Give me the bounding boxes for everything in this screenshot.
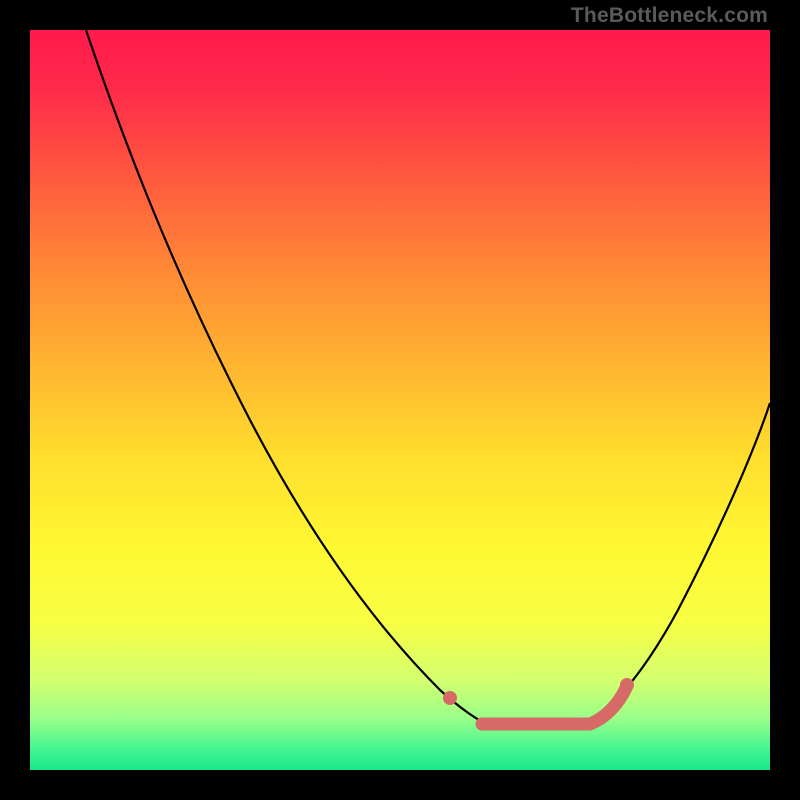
marker-dot-right xyxy=(620,678,634,692)
curve-right-branch xyxy=(585,403,770,723)
chart-frame: TheBottleneck.com xyxy=(0,0,800,800)
plot-area xyxy=(30,30,770,770)
watermark-text: TheBottleneck.com xyxy=(571,4,768,28)
marker-dot-left xyxy=(443,691,457,705)
curve-left-branch xyxy=(86,30,485,723)
optimal-range-marker xyxy=(482,688,626,724)
bottleneck-curve xyxy=(30,30,770,770)
